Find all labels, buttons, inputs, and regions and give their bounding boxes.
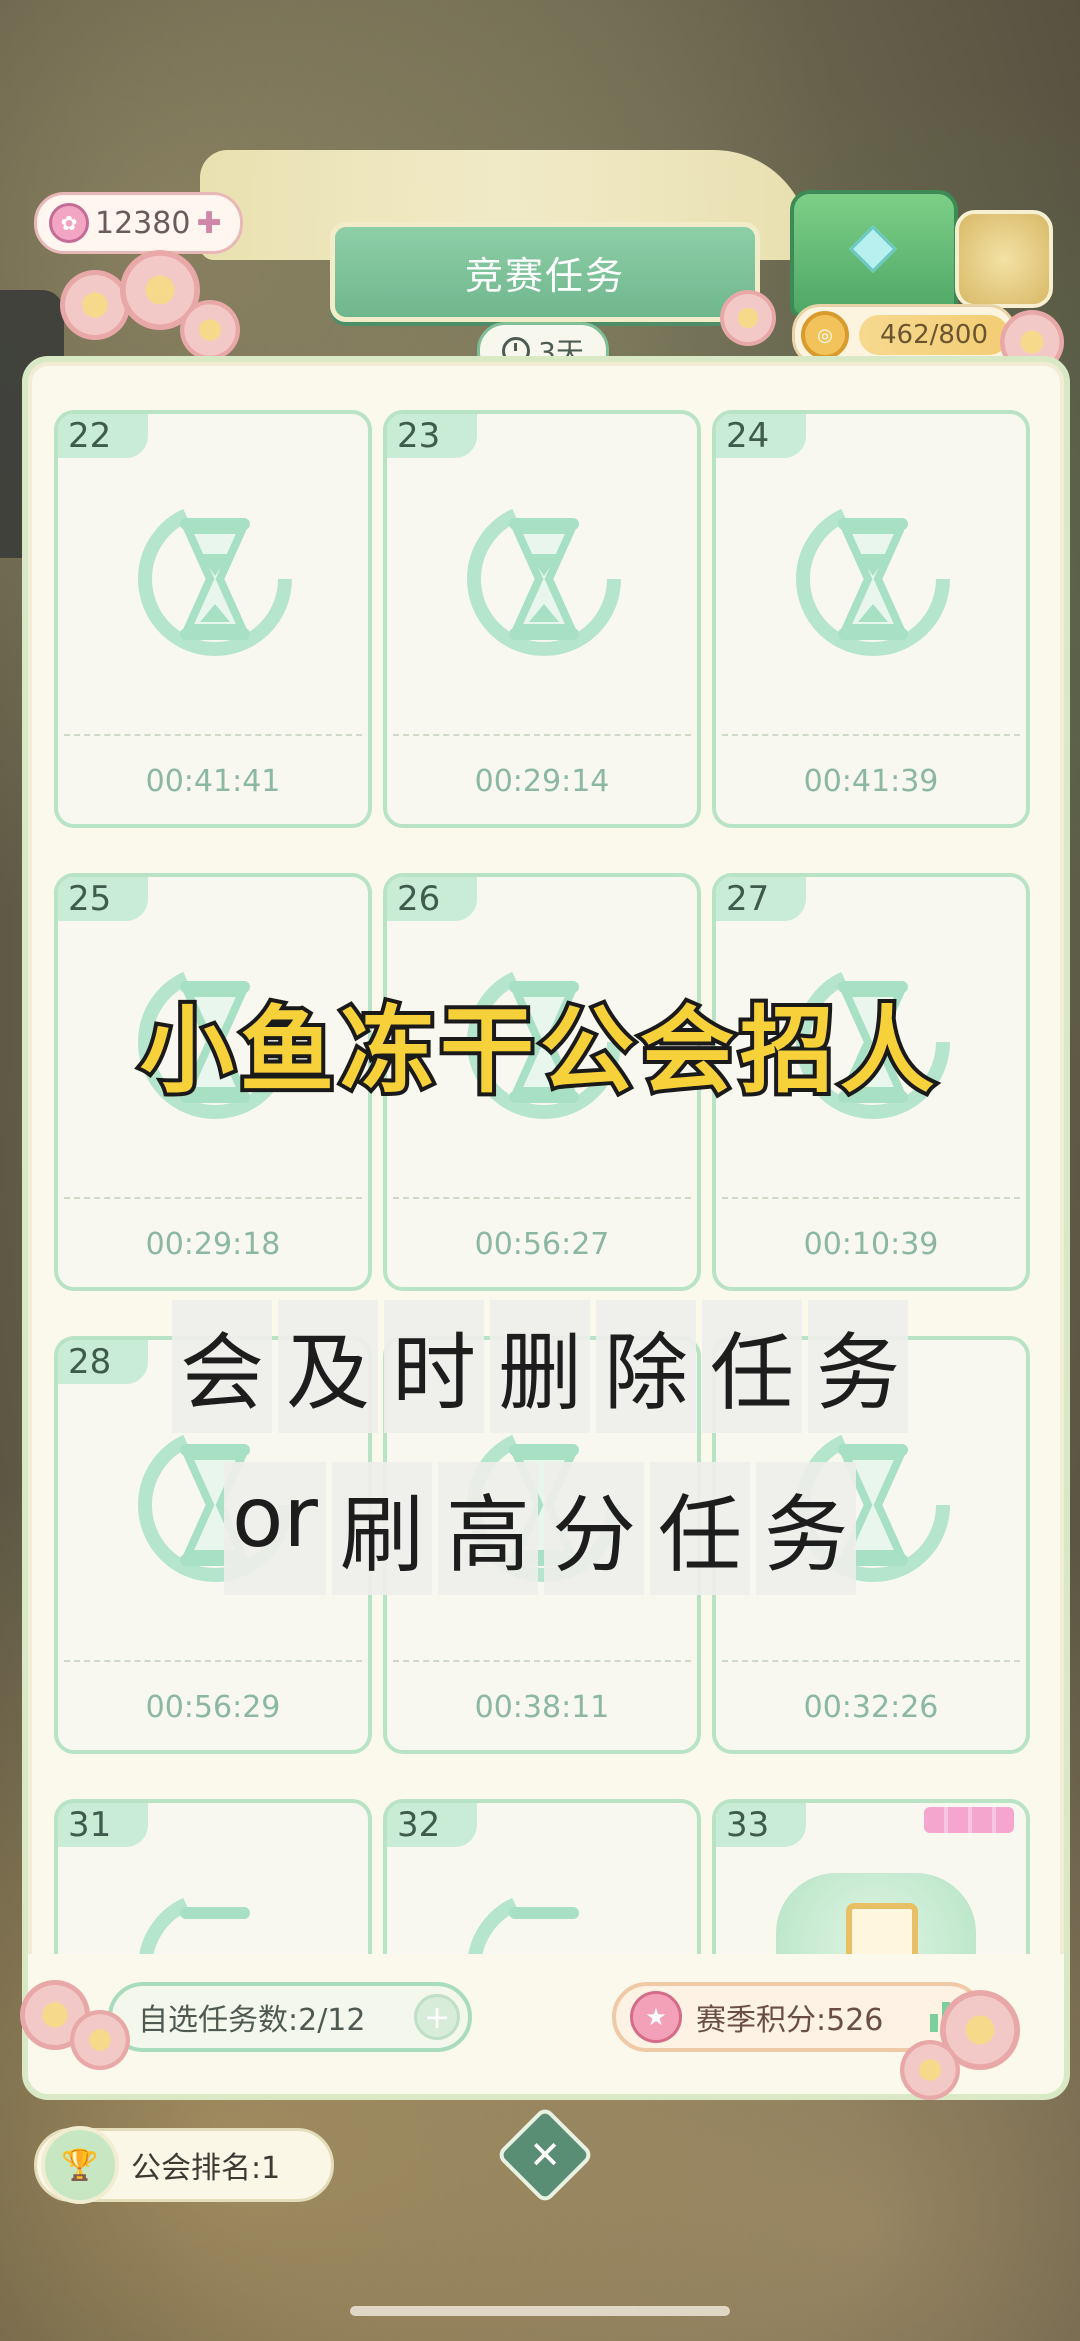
flower-gem-icon: ✿ — [49, 203, 89, 243]
card-divider — [722, 734, 1020, 736]
card-divider — [64, 1660, 362, 1662]
medal-icon: ◎ — [801, 311, 849, 359]
hourglass-icon — [796, 502, 950, 656]
task-countdown: 00:56:27 — [474, 1227, 610, 1262]
task-number: 32 — [387, 1803, 477, 1847]
overlay-sticker-line-2: or 刷 高 分 任 务 — [0, 1462, 1080, 1595]
flower-decoration — [900, 2040, 960, 2100]
overlay-recruit-title: 小鱼冻干公会招人 — [136, 993, 940, 1110]
overlay-sticker-char: 时 — [383, 1300, 484, 1433]
trophy-icon: 🏆 — [41, 2126, 119, 2204]
guild-rank-text: 公会排名:1 — [131, 2151, 281, 2186]
custom-task-count[interactable]: 自选任务数:2/12 + — [108, 1982, 472, 2052]
card-divider — [393, 734, 691, 736]
task-number: 25 — [58, 877, 148, 921]
card-divider — [393, 1197, 691, 1199]
task-card[interactable]: 22 00:41:41 — [54, 410, 372, 828]
overlay-sticker-char: 删 — [489, 1300, 590, 1433]
task-number: 31 — [58, 1803, 148, 1847]
currency-value: 12380 — [95, 205, 191, 241]
guild-rank[interactable]: 🏆 公会排名:1 — [34, 2126, 334, 2204]
task-number: 23 — [387, 414, 477, 458]
overlay-sticker-char: 务 — [755, 1462, 856, 1595]
task-card[interactable]: 23 00:29:14 — [383, 410, 701, 828]
overlay-sticker-char: 会 — [171, 1300, 272, 1433]
task-countdown: 00:41:39 — [803, 764, 939, 799]
overlay-sticker-char: 务 — [808, 1300, 909, 1433]
overlay-sticker-char: 任 — [649, 1462, 750, 1595]
task-grid: 22 00:41:41 23 00:29:14 24 00:41:39 25 0… — [54, 410, 1038, 2094]
task-number: 27 — [716, 877, 806, 921]
task-countdown: 00:38:11 — [474, 1690, 610, 1725]
card-divider — [722, 1660, 1020, 1662]
task-number: 26 — [387, 877, 477, 921]
overlay-sticker-char: 高 — [437, 1462, 538, 1595]
reward-chest-icon[interactable] — [790, 190, 958, 318]
season-points-text: 赛季积分:526 — [696, 2003, 884, 2038]
task-countdown: 00:29:18 — [145, 1227, 281, 1262]
flower-decoration — [180, 300, 240, 360]
task-countdown: 00:29:14 — [474, 764, 610, 799]
add-currency-icon[interactable]: ✚ — [196, 206, 221, 241]
flower-decoration — [70, 2010, 130, 2070]
close-icon: ✕ — [529, 2133, 561, 2177]
overlay-sticker-line-1: 会 及 时 删 除 任 务 — [0, 1300, 1080, 1433]
task-card[interactable]: 24 00:41:39 — [712, 410, 1030, 828]
custom-task-count-text: 自选任务数:2/12 — [138, 2003, 366, 2038]
overlay-sticker-char: 任 — [702, 1300, 803, 1433]
card-divider — [64, 734, 362, 736]
task-countdown: 00:41:41 — [145, 764, 281, 799]
crown-badge-icon — [924, 1807, 1014, 1833]
task-countdown: 00:32:26 — [803, 1690, 939, 1725]
overlay-sticker-char: or — [223, 1462, 326, 1595]
add-task-icon[interactable]: + — [414, 1994, 460, 2040]
task-countdown: 00:10:39 — [803, 1227, 939, 1262]
task-number: 22 — [58, 414, 148, 458]
currency-counter[interactable]: ✿ 12380 ✚ — [34, 192, 243, 254]
task-number: 33 — [716, 1803, 806, 1847]
card-divider — [393, 1660, 691, 1662]
overlay-sticker-char: 刷 — [331, 1462, 432, 1595]
overlay-sticker-char: 除 — [596, 1300, 697, 1433]
task-number: 24 — [716, 414, 806, 458]
task-panel: 22 00:41:41 23 00:29:14 24 00:41:39 25 0… — [22, 356, 1070, 2100]
home-indicator[interactable] — [350, 2306, 730, 2316]
card-divider — [722, 1197, 1020, 1199]
flower-decoration — [60, 270, 130, 340]
overlay-sticker-char: 及 — [277, 1300, 378, 1433]
page-title: 竞赛任务 — [330, 222, 760, 322]
trophy-cup-icon — [955, 210, 1053, 308]
reward-progress-text: 462/800 — [859, 315, 1009, 355]
hourglass-icon — [138, 502, 292, 656]
hourglass-icon — [467, 502, 621, 656]
overlay-sticker-char: 分 — [543, 1462, 644, 1595]
card-divider — [64, 1197, 362, 1199]
flower-decoration — [720, 290, 776, 346]
task-countdown: 00:56:29 — [145, 1690, 281, 1725]
season-star-icon: ★ — [630, 1991, 682, 2043]
